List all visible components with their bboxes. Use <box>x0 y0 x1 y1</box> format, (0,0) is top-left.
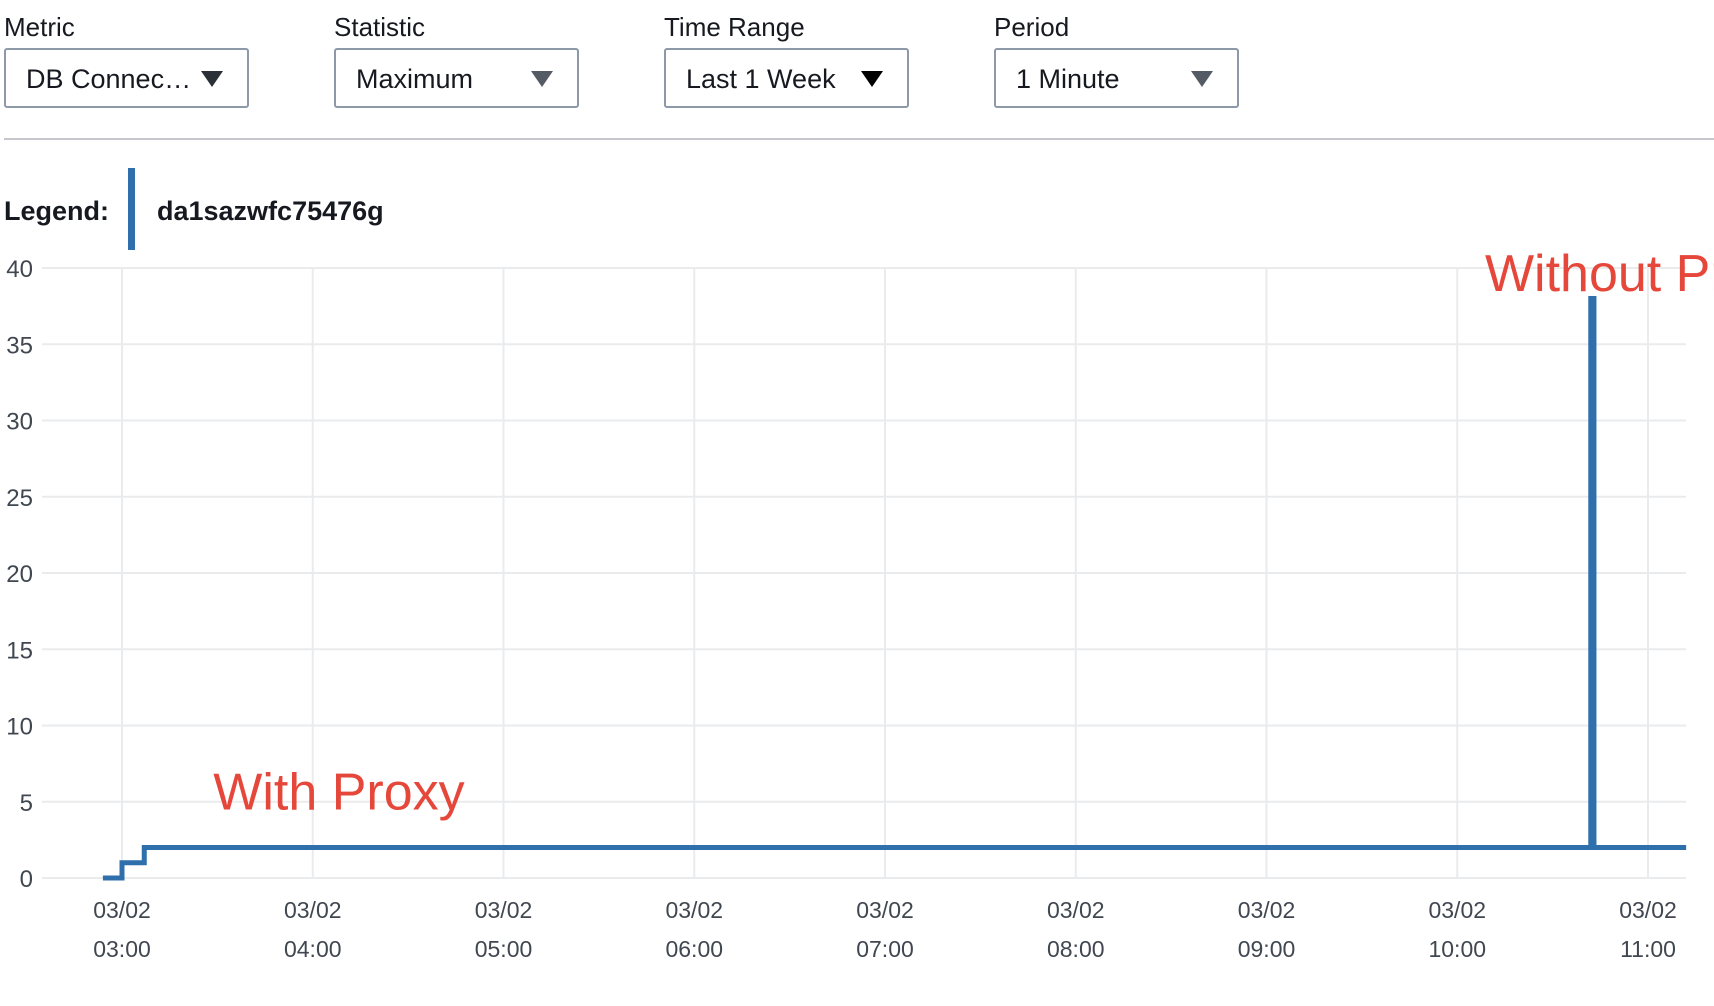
y-tick-label: 0 <box>20 866 33 893</box>
x-tick-time: 10:00 <box>1428 936 1486 962</box>
y-tick-label: 5 <box>20 790 33 817</box>
x-tick-time: 05:00 <box>475 936 533 962</box>
y-tick-label: 25 <box>6 485 33 512</box>
x-tick-date: 03/02 <box>1619 897 1677 923</box>
y-tick-label: 10 <box>6 714 33 741</box>
x-tick-time: 11:00 <box>1620 936 1676 962</box>
x-tick-date: 03/02 <box>856 897 914 923</box>
x-tick-time: 09:00 <box>1238 936 1296 962</box>
x-tick-date: 03/02 <box>1238 897 1296 923</box>
x-tick-date: 03/02 <box>1047 897 1105 923</box>
x-tick-date: 03/02 <box>284 897 342 923</box>
y-tick-label: 40 <box>6 256 33 283</box>
x-tick-time: 07:00 <box>856 936 914 962</box>
y-tick-label: 30 <box>6 409 33 436</box>
x-tick-date: 03/02 <box>1428 897 1486 923</box>
annotation-label: With Proxy <box>213 763 464 821</box>
x-tick-time: 08:00 <box>1047 936 1105 962</box>
x-tick-time: 03:00 <box>93 936 151 962</box>
x-tick-date: 03/02 <box>93 897 151 923</box>
y-tick-label: 20 <box>6 561 33 588</box>
x-tick-date: 03/02 <box>475 897 533 923</box>
annotation-label: Without Proxy <box>1485 245 1714 303</box>
x-tick-time: 04:00 <box>284 936 342 962</box>
connections-chart: 0 5 10 15 20 25 30 35 40 03/02 03:00 03/02 04:00 03/0… <box>6 245 1714 962</box>
x-tick-date: 03/02 <box>665 897 723 923</box>
y-tick-label: 15 <box>6 637 33 664</box>
y-tick-label: 35 <box>6 332 33 359</box>
x-tick-time: 06:00 <box>665 936 723 962</box>
